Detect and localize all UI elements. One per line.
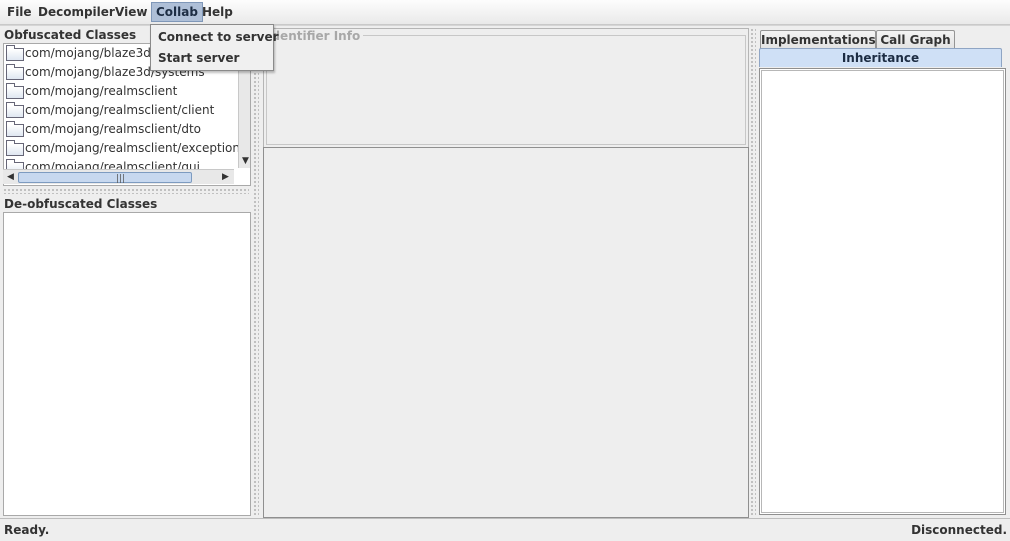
- tab-implementations[interactable]: Implementations: [760, 30, 876, 49]
- menu-file[interactable]: File: [3, 2, 36, 22]
- deobfuscated-classes-title: De-obfuscated Classes: [4, 197, 158, 211]
- deobfuscated-classes-tree[interactable]: [3, 212, 251, 516]
- collab-dropdown-menu: Connect to server Start server: [150, 24, 279, 71]
- folder-icon: [6, 121, 24, 137]
- connection-status: Disconnected.: [911, 523, 1007, 537]
- menu-bar: File Decompiler View Collab Help: [0, 0, 1010, 25]
- scroll-left-icon[interactable]: ◀: [7, 172, 14, 182]
- tab-call-graph[interactable]: Call Graph: [876, 30, 955, 49]
- tree-item-label: com/mojang/realmsclient/dto: [25, 122, 202, 136]
- folder-icon: [6, 102, 24, 118]
- folder-icon: [6, 140, 24, 156]
- grip-icon: |||: [116, 174, 126, 184]
- horizontal-splitter[interactable]: [3, 188, 249, 194]
- scroll-down-icon[interactable]: ▼: [242, 156, 249, 166]
- menu-view[interactable]: View: [111, 2, 151, 22]
- folder-icon: [6, 45, 24, 61]
- horizontal-scrollbar[interactable]: ◀ ||| ▶: [3, 169, 234, 184]
- tree-item-label: com/mojang/realmsclient: [25, 84, 178, 98]
- status-bar: Ready. Disconnected.: [0, 518, 1010, 541]
- horizontal-scroll-thumb[interactable]: |||: [18, 172, 192, 184]
- tree-item-label: com/mojang/realmsclient/exception: [25, 141, 240, 155]
- folder-icon: [6, 64, 24, 80]
- tab-inheritance[interactable]: Inheritance: [759, 48, 1002, 67]
- status-text: Ready.: [4, 523, 50, 537]
- menu-item-connect-to-server[interactable]: Connect to server: [158, 27, 279, 47]
- identifier-info-group: [266, 35, 746, 145]
- right-vertical-splitter[interactable]: [750, 28, 756, 516]
- left-vertical-splitter[interactable]: [253, 28, 259, 516]
- folder-icon: [6, 83, 24, 99]
- menu-item-start-server[interactable]: Start server: [158, 48, 239, 68]
- menu-decompiler[interactable]: Decompiler: [34, 2, 119, 22]
- tree-item-label: com/mojang/blaze3d/p: [25, 46, 163, 60]
- tree-item-label: com/mojang/realmsclient/client: [25, 103, 215, 117]
- scroll-right-icon[interactable]: ▶: [222, 172, 229, 182]
- menu-help[interactable]: Help: [198, 2, 237, 22]
- menu-collab[interactable]: Collab: [151, 2, 203, 22]
- code-editor-panel[interactable]: [263, 147, 749, 518]
- inheritance-tree[interactable]: [761, 70, 1004, 513]
- obfuscated-classes-title: Obfuscated Classes: [4, 28, 137, 42]
